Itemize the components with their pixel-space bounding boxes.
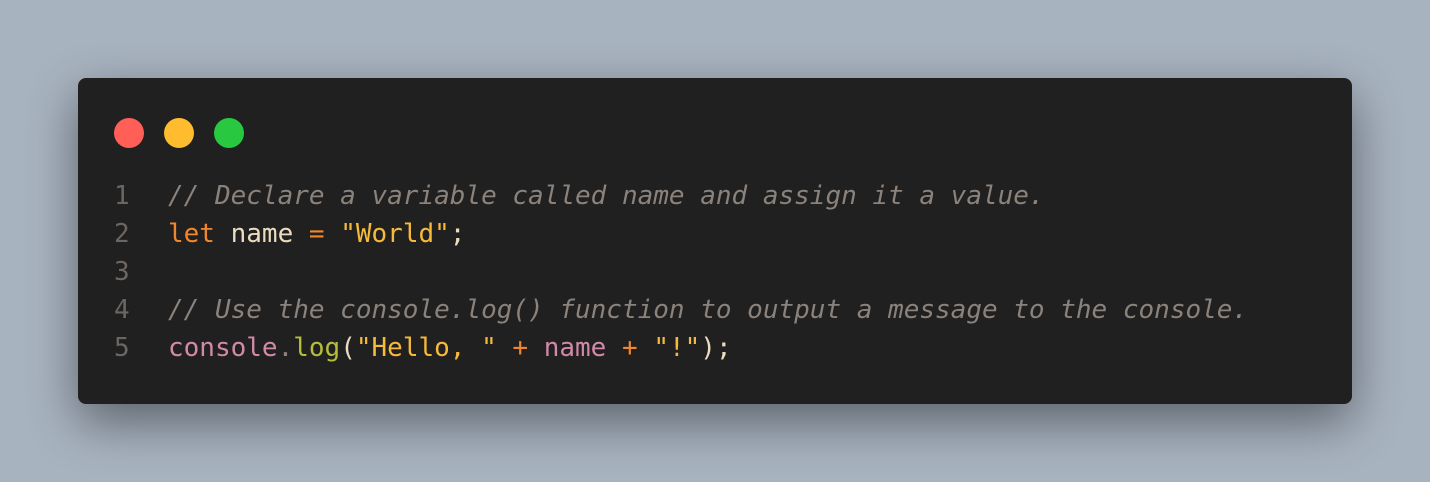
string-literal: "!" bbox=[653, 333, 701, 363]
open-paren: ( bbox=[340, 333, 356, 363]
method-log: log bbox=[293, 333, 341, 363]
code-line-4: 4 // Use the console.log() function to o… bbox=[114, 291, 1248, 329]
line-number: 4 bbox=[114, 295, 130, 325]
code-line-3: 3 bbox=[114, 253, 1248, 291]
close-paren: ) bbox=[700, 333, 716, 363]
close-button[interactable] bbox=[114, 118, 144, 148]
semicolon: ; bbox=[715, 333, 732, 363]
code-line-1: 1 // Declare a variable called name and … bbox=[114, 177, 1248, 215]
code-window: 1 // Declare a variable called name and … bbox=[78, 78, 1352, 404]
identifier-name: name bbox=[543, 333, 607, 363]
member-dot: . bbox=[277, 333, 294, 363]
comment: // Use the console.log() function to out… bbox=[168, 295, 1249, 325]
string-literal: "World" bbox=[340, 219, 450, 249]
comment: // Declare a variable called name and as… bbox=[168, 181, 1045, 211]
operator-plus: + bbox=[622, 333, 638, 363]
keyword-let: let bbox=[168, 219, 215, 249]
identifier-name: name bbox=[230, 219, 294, 249]
minimize-button[interactable] bbox=[164, 118, 194, 148]
code-block: 1 // Declare a variable called name and … bbox=[114, 177, 1248, 367]
object-console: console bbox=[168, 333, 278, 363]
operator-plus: + bbox=[512, 333, 529, 363]
line-number: 3 bbox=[114, 257, 130, 287]
line-number: 1 bbox=[114, 181, 130, 211]
line-number: 5 bbox=[114, 333, 130, 363]
line-number: 2 bbox=[114, 219, 130, 249]
code-line-5: 5 console. log("Hello, " + name + "!"); bbox=[114, 329, 1248, 367]
zoom-button[interactable] bbox=[214, 118, 244, 148]
string-literal: "Hello, " bbox=[355, 333, 497, 363]
code-line-2: 2 let name = "World"; bbox=[114, 215, 1248, 253]
semicolon: ; bbox=[449, 219, 466, 249]
window-controls bbox=[114, 118, 244, 148]
operator-assign: = bbox=[308, 219, 325, 249]
